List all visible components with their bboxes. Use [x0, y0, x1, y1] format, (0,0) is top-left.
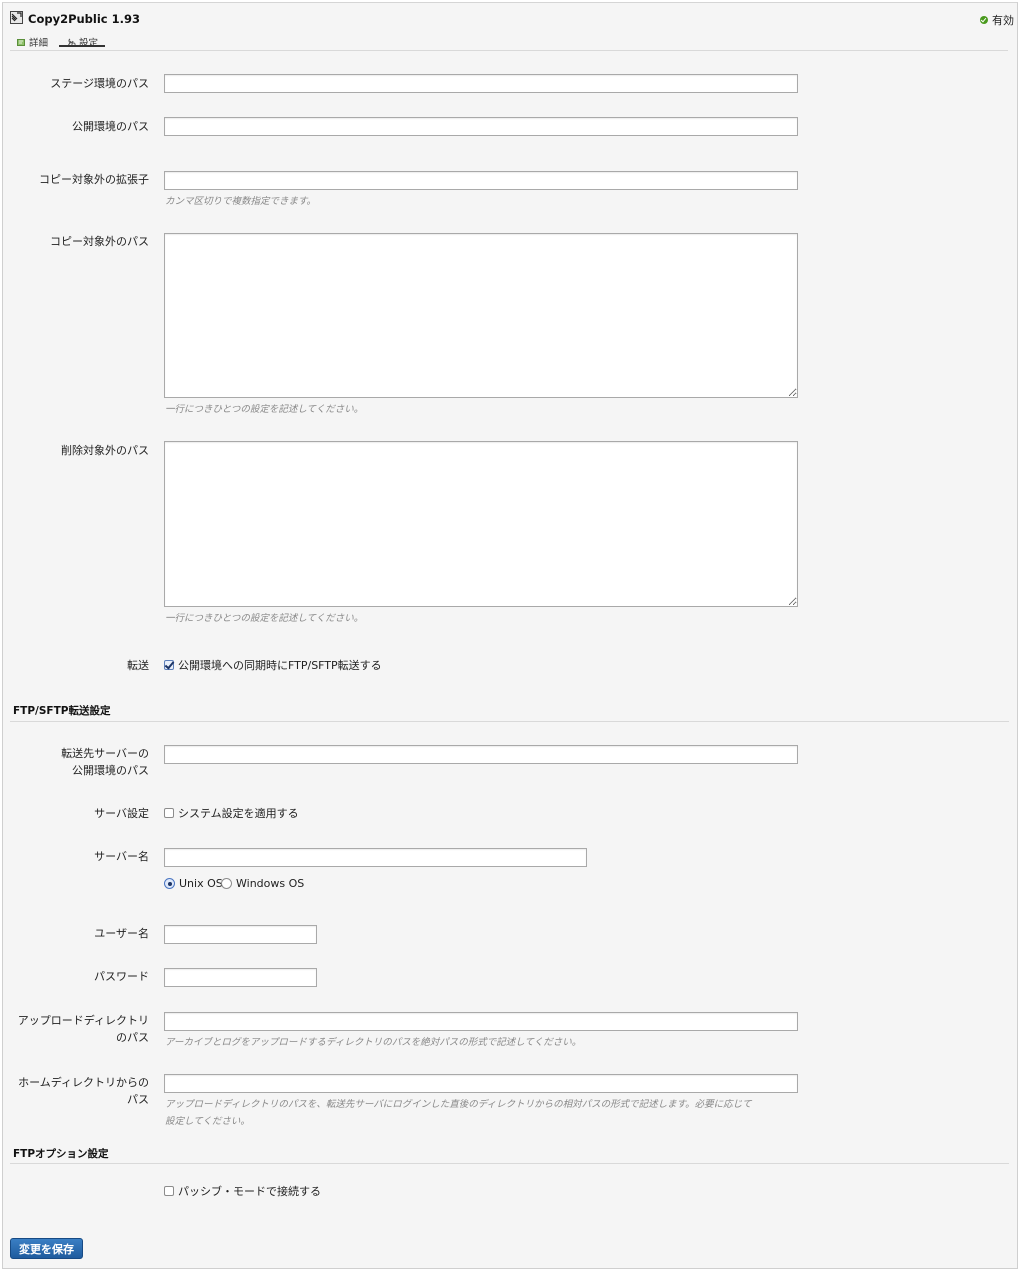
exclude-copy-path-hint: 一行につきひとつの設定を記述してください。 [165, 404, 364, 415]
exclude-ext-input[interactable] [164, 171, 798, 190]
remote-public-path-label-line2: 公開環境のパス [72, 764, 149, 777]
tab-details-label: 詳細 [29, 38, 49, 49]
home-dir-hint-line1: アップロードディレクトリのパスを、転送先サーバにログインした直後のディレクトリか… [165, 1099, 752, 1110]
username-label: ユーザー名 [94, 927, 149, 940]
plugin-title: Copy2Public 1.93 [28, 12, 140, 26]
home-dir-hint-line2: 設定してください。 [165, 1116, 250, 1127]
server-name-input[interactable] [164, 848, 587, 867]
check-circle-icon [980, 16, 988, 24]
exclude-copy-path-textarea[interactable] [164, 233, 798, 398]
home-dir-label: ホームディレクトリからの パス [9, 1074, 149, 1108]
ftp-option-section-title: FTPオプション設定 [13, 1148, 109, 1160]
radio-windows-label[interactable]: Windows OS [236, 877, 304, 890]
os-radio-unix[interactable]: Unix OS [164, 877, 223, 890]
upload-dir-input[interactable] [164, 1012, 798, 1031]
transfer-checkbox-row[interactable]: 公開環境への同期時にFTP/SFTP転送する [164, 657, 382, 673]
passive-mode-checkbox-row[interactable]: パッシブ・モードで接続する [164, 1183, 321, 1199]
public-path-label: 公開環境のパス [72, 120, 149, 133]
os-radio-windows[interactable]: Windows OS [221, 877, 304, 890]
stage-path-input[interactable] [164, 74, 798, 93]
public-path-input[interactable] [164, 117, 798, 136]
transfer-label: 転送 [127, 659, 149, 672]
home-dir-label-line2: パス [127, 1093, 149, 1106]
upload-dir-label-line1: アップロードディレクトリ [17, 1014, 149, 1027]
home-dir-label-line1: ホームディレクトリからの [18, 1076, 149, 1089]
ftp-section-divider [10, 721, 1009, 722]
server-setting-checkbox-label[interactable]: システム設定を適用する [178, 805, 299, 821]
remote-public-path-label-line1: 転送先サーバーの [61, 747, 149, 760]
passive-mode-checkbox[interactable] [164, 1186, 174, 1196]
exclude-delete-path-label: 削除対象外のパス [61, 444, 149, 457]
save-button[interactable]: 変更を保存 [10, 1238, 83, 1259]
exclude-delete-path-hint: 一行につきひとつの設定を記述してください。 [165, 613, 364, 624]
server-setting-label: サーバ設定 [94, 807, 149, 820]
transfer-checkbox[interactable] [164, 660, 174, 670]
info-icon [17, 38, 25, 46]
header-divider [10, 50, 1008, 51]
exclude-delete-path-textarea[interactable] [164, 441, 798, 607]
username-input[interactable] [164, 925, 317, 944]
password-input[interactable] [164, 968, 317, 987]
ftp-section-title: FTP/SFTP転送設定 [13, 705, 111, 717]
remote-public-path-label: 転送先サーバーの 公開環境のパス [9, 745, 149, 779]
radio-unix[interactable] [164, 878, 175, 889]
tab-details[interactable]: 詳細 [17, 35, 48, 49]
password-label: パスワード [94, 970, 149, 983]
radio-windows[interactable] [221, 878, 232, 889]
stage-path-label: ステージ環境のパス [50, 77, 149, 90]
home-dir-hint: アップロードディレクトリのパスを、転送先サーバにログインした直後のディレクトリか… [165, 1096, 805, 1130]
exclude-ext-label: コピー対象外の拡張子 [39, 173, 149, 186]
server-setting-checkbox[interactable] [164, 808, 174, 818]
ftp-option-section-divider [10, 1163, 1009, 1164]
exclude-ext-hint: カンマ区切りで複数指定できます。 [165, 196, 317, 207]
upload-dir-label: アップロードディレクトリ のパス [9, 1012, 149, 1046]
server-setting-checkbox-row[interactable]: システム設定を適用する [164, 805, 299, 821]
upload-dir-label-line2: のパス [116, 1031, 149, 1044]
exclude-copy-path-label: コピー対象外のパス [50, 235, 149, 248]
upload-dir-hint: アーカイブとログをアップロードするディレクトリのパスを絶対パスの形式で記述してく… [165, 1037, 582, 1048]
server-name-label: サーバー名 [94, 850, 149, 863]
active-tab-indicator [59, 45, 105, 47]
status-label: 有効 [992, 14, 1014, 27]
transfer-checkbox-label[interactable]: 公開環境への同期時にFTP/SFTP転送する [178, 657, 382, 673]
radio-unix-label[interactable]: Unix OS [179, 877, 223, 890]
remote-public-path-input[interactable] [164, 745, 798, 764]
home-dir-input[interactable] [164, 1074, 798, 1093]
passive-mode-checkbox-label[interactable]: パッシブ・モードで接続する [178, 1183, 321, 1199]
status-badge: 有効 [980, 12, 1014, 28]
plugin-icon [10, 11, 23, 24]
